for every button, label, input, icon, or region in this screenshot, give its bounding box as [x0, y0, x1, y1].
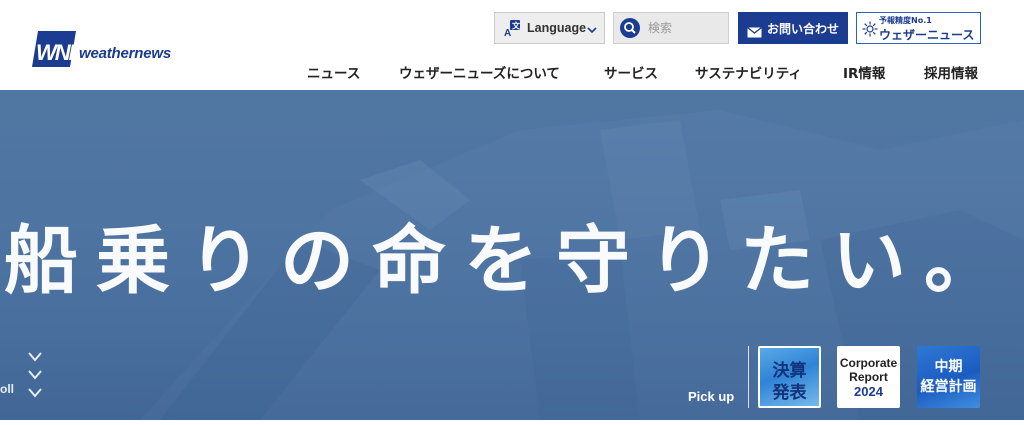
pickup-card-line: Report	[849, 370, 888, 384]
site-logo[interactable]: WNI weathernews	[32, 27, 171, 71]
hero-banner: 船乗りの命を守りたい。 oll Pick up 決算 発表 Corporate …	[0, 90, 1024, 420]
pickup-label: Pick up	[688, 389, 735, 404]
wni-logo-icon: WNI	[32, 27, 78, 71]
pickup-card-line: 発表	[772, 383, 807, 403]
pickup-divider	[748, 346, 749, 408]
nav-item-about[interactable]: ウェザーニューズについて	[399, 62, 560, 82]
sun-icon	[862, 21, 878, 37]
forecast-accuracy-tagline: 予報精度No.1	[879, 16, 932, 25]
chevron-down-icon	[27, 366, 43, 380]
nav-item-ir[interactable]: IR情報	[843, 62, 885, 82]
language-selector[interactable]: 文 A Language	[494, 12, 605, 44]
hero-headline: 船乗りの命を守りたい。	[4, 218, 1016, 304]
pickup-card-corporate-report[interactable]: Corporate Report 2024	[837, 346, 900, 408]
site-header: WNI weathernews 文 A Language 検索 お問い合わせ 予…	[0, 0, 1024, 90]
svg-text:A: A	[504, 28, 511, 37]
pickup-card-year: 2024	[854, 384, 883, 399]
contact-label: お問い合わせ	[766, 21, 839, 36]
language-label: Language	[527, 21, 587, 35]
nav-item-recruit[interactable]: 採用情報	[924, 62, 978, 82]
pickup-card-line: Corporate	[839, 356, 898, 370]
nav-item-services[interactable]: サービス	[604, 62, 658, 82]
svg-text:WNI: WNI	[36, 40, 76, 65]
search-input[interactable]	[648, 21, 724, 35]
svg-text:文: 文	[512, 21, 521, 31]
search-box[interactable]	[613, 12, 729, 44]
scroll-indicator-label[interactable]: oll	[0, 382, 14, 396]
weathernews-app-link[interactable]: 予報精度No.1 ウェザーニュース	[856, 12, 981, 44]
pickup-card-line: 経営計画	[920, 379, 977, 395]
nav-item-news[interactable]: ニュース	[307, 62, 360, 82]
mail-icon	[747, 23, 762, 37]
pickup-card-line: 中期	[934, 359, 963, 375]
weathernews-label: ウェザーニュース	[879, 28, 975, 42]
contact-button[interactable]: お問い合わせ	[738, 12, 848, 44]
chevron-down-icon	[586, 21, 598, 34]
bottom-band	[0, 420, 1024, 425]
nav-item-sustainability[interactable]: サステナビリティ	[695, 62, 802, 82]
logo-wordmark: weathernews	[79, 45, 172, 62]
chevron-down-icon	[27, 348, 43, 362]
pickup-card-earnings[interactable]: 決算 発表	[758, 346, 821, 408]
translate-icon: 文 A	[503, 19, 521, 39]
pickup-card-mid-term-plan[interactable]: 中期 経営計画	[917, 346, 980, 408]
chevron-down-icon	[27, 384, 43, 398]
search-icon[interactable]	[620, 18, 640, 38]
